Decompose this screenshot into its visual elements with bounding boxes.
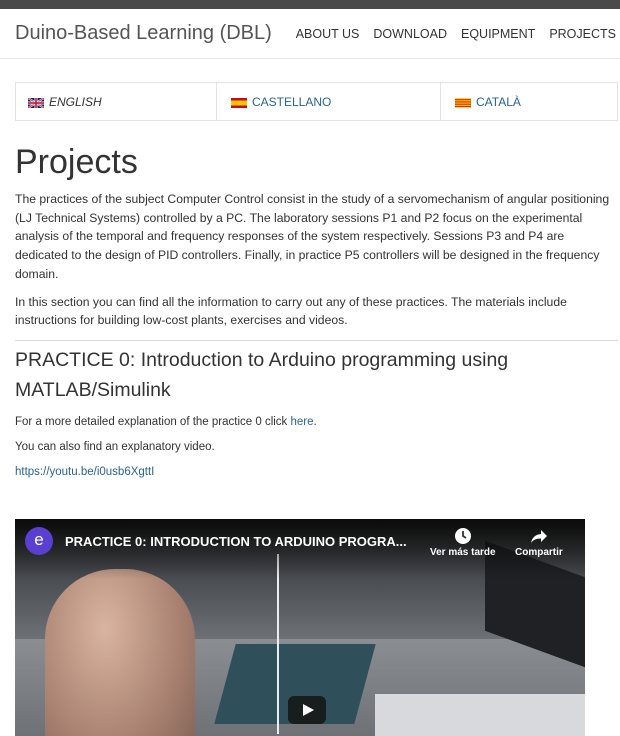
detail-link[interactable]: here: [291, 416, 314, 428]
detail-paragraph: For a more detailed explanation of the p…: [15, 414, 618, 430]
top-strip: [0, 0, 620, 9]
video-frame-paper: [375, 694, 585, 736]
channel-avatar[interactable]: e: [25, 527, 53, 555]
language-english[interactable]: ENGLISH: [16, 83, 216, 120]
video-top-shade: [15, 519, 585, 579]
catalonia-flag-icon: [455, 97, 471, 108]
video-url-paragraph: https://youtu.be/i0usb6XgttI: [15, 464, 618, 480]
watch-later-label: Ver más tarde: [430, 547, 496, 558]
site-brand[interactable]: Duino-Based Learning (DBL): [15, 22, 272, 45]
detail-suffix: .: [313, 415, 317, 428]
video-frame-wire: [277, 554, 279, 734]
nav-download[interactable]: DOWNLOAD: [373, 27, 447, 41]
nav-equipment[interactable]: EQUIPMENT: [461, 27, 535, 41]
spain-flag-icon: [231, 97, 247, 108]
clock-icon: [430, 527, 496, 545]
section-divider: [15, 339, 618, 341]
nav-about-us[interactable]: ABOUT US: [296, 27, 360, 41]
detail-prefix: For a more detailed explanation of the p…: [15, 415, 291, 428]
video-title[interactable]: PRACTICE 0: INTRODUCTION TO ARDUINO PROG…: [65, 534, 407, 549]
intro-paragraph-2: In this section you can find all the inf…: [15, 294, 567, 328]
language-catala-label: CATALÀ: [476, 94, 521, 109]
video-url-link[interactable]: https://youtu.be/i0usb6XgttI: [15, 466, 154, 478]
navbar: Duino-Based Learning (DBL) ABOUT US DOWN…: [0, 9, 620, 59]
page-title: Projects: [15, 143, 138, 181]
nav-links: ABOUT US DOWNLOAD EQUIPMENT PROJECTS: [296, 27, 616, 41]
section-title: PRACTICE 0: Introduction to Arduino prog…: [15, 348, 509, 401]
video-note: You can also find an explanatory video.: [15, 440, 215, 453]
play-button-icon[interactable]: [288, 696, 326, 724]
language-castellano-label: CASTELLANO: [252, 94, 332, 109]
language-english-label: ENGLISH: [49, 94, 102, 109]
main-content: Projects The practices of the subject Co…: [15, 140, 618, 480]
language-castellano[interactable]: CASTELLANO: [216, 83, 440, 120]
language-catala[interactable]: CATALÀ: [440, 83, 617, 120]
watch-later-button[interactable]: Ver más tarde: [430, 527, 496, 558]
nav-projects[interactable]: PROJECTS: [549, 27, 616, 41]
intro-paragraph: The practices of the subject Computer Co…: [15, 192, 610, 281]
video-frame-finger: [45, 569, 195, 736]
share-label: Compartir: [515, 547, 563, 558]
share-button[interactable]: Compartir: [515, 527, 563, 558]
language-bar: ENGLISH CASTELLANO CATALÀ: [15, 82, 618, 121]
video-player[interactable]: e PRACTICE 0: INTRODUCTION TO ARDUINO PR…: [15, 519, 585, 736]
share-arrow-icon: [515, 527, 563, 545]
uk-flag-icon: [27, 96, 45, 109]
